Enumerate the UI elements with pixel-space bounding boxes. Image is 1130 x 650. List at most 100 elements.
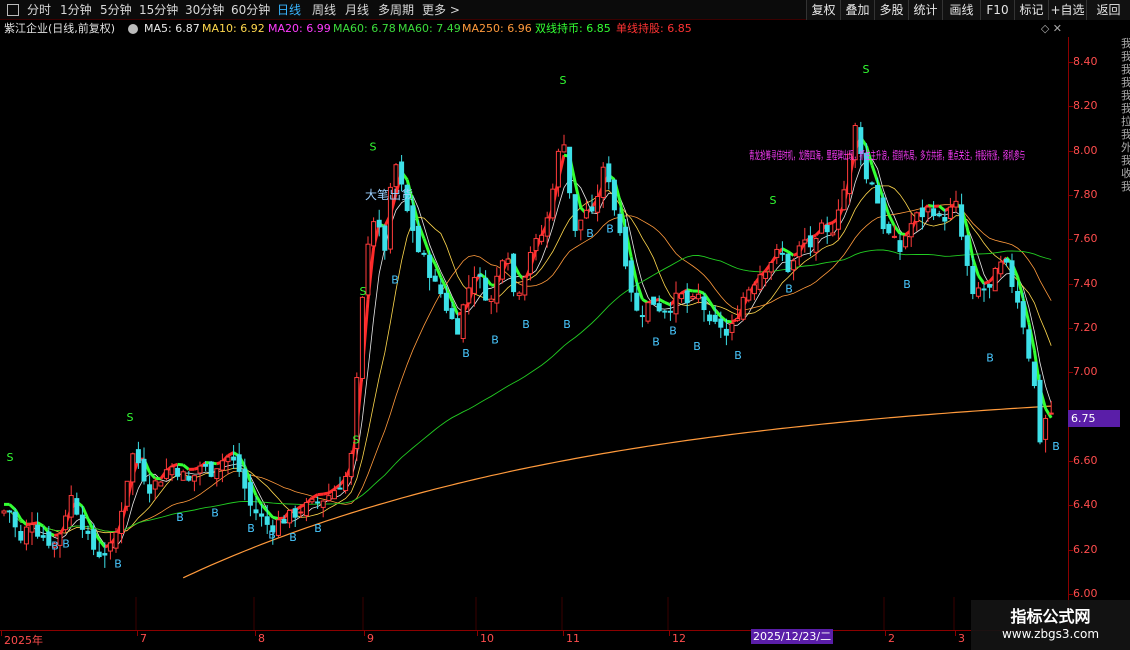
candle — [516, 291, 522, 300]
candle — [152, 477, 158, 501]
candle — [578, 219, 584, 241]
price-label: 7.40 — [1073, 276, 1098, 290]
statistics-button[interactable]: 统计 — [908, 0, 942, 20]
candle — [219, 453, 225, 483]
period-tab-30min[interactable]: 30分钟 — [185, 1, 224, 19]
candle — [796, 241, 802, 266]
adjust-button[interactable]: 复权 — [806, 0, 840, 20]
candle — [35, 512, 41, 539]
buy-signal: B — [314, 522, 322, 535]
candle — [835, 199, 841, 240]
date-label: 3 — [958, 632, 965, 645]
back-button[interactable]: 返回 — [1086, 0, 1130, 20]
date-tick — [669, 631, 670, 636]
period-tab-weekly[interactable]: 周线 — [312, 1, 336, 19]
candle — [684, 283, 690, 313]
candle — [757, 265, 763, 292]
buy-signal: B — [51, 540, 59, 553]
price-label: 8.20 — [1073, 99, 1098, 113]
period-tab-5min[interactable]: 5分钟 — [100, 1, 132, 19]
candle — [886, 221, 892, 235]
candle — [225, 455, 231, 474]
candle — [1026, 324, 1032, 362]
big-sell-annotation: 大笔出货 — [365, 187, 413, 202]
ma10-value: MA10: 6.92 — [202, 22, 265, 35]
overlay-button[interactable]: 叠加 — [840, 0, 874, 20]
candle — [774, 244, 780, 265]
date-tick — [137, 631, 138, 636]
cash-line-segment — [977, 274, 986, 285]
price-label: 6.20 — [1073, 542, 1098, 556]
candle — [68, 485, 74, 526]
candle — [107, 532, 113, 560]
ma250-value: MA250: 6.96 — [462, 22, 532, 35]
stock-title: 紫江企业(日线,前复权) — [4, 22, 116, 35]
cash-line-segment — [19, 518, 28, 526]
sell-signal: S — [770, 194, 777, 207]
candle — [208, 460, 214, 478]
candle — [785, 253, 791, 274]
buy-signal: B — [785, 283, 793, 296]
ma60-line — [3, 249, 1052, 532]
candle — [186, 470, 192, 482]
candle — [740, 292, 746, 322]
candle — [74, 492, 80, 516]
menu-icon[interactable] — [7, 4, 19, 16]
candle — [494, 267, 500, 313]
candle — [354, 372, 360, 462]
candle — [662, 309, 668, 319]
candle — [919, 199, 925, 230]
price-label: 6.60 — [1073, 454, 1098, 467]
candle — [180, 469, 186, 481]
candle — [287, 509, 293, 529]
cash-line-segment — [697, 289, 705, 295]
settings-icon[interactable] — [128, 24, 138, 34]
candle — [191, 475, 197, 492]
multi-stock-button[interactable]: 多股 — [874, 0, 908, 20]
period-tab-60min[interactable]: 60分钟 — [231, 1, 270, 19]
draw-line-button[interactable]: 画线 — [942, 0, 980, 20]
hold-line-segment — [317, 492, 324, 497]
buy-signal: B — [606, 223, 614, 236]
add-favorite-button[interactable]: +自选 — [1048, 0, 1086, 20]
hold-line-segment — [322, 491, 330, 496]
cash-line-segment — [260, 503, 269, 513]
period-tab-monthly[interactable]: 月线 — [345, 1, 369, 19]
date-label: 9 — [367, 632, 374, 645]
cash-line-segment — [177, 462, 184, 467]
period-tab-daily[interactable]: 日线 — [277, 1, 301, 19]
candlestick-chart[interactable]: SB BSBB BBB BBSSSBBBB BSB BBBBBSBSBBB 大笔出货青龙抢… — [0, 37, 1068, 630]
date-label: 2025年 — [4, 634, 43, 647]
candle — [897, 232, 903, 261]
candle — [964, 234, 970, 276]
buy-signal: B — [986, 351, 994, 364]
watermark-logo: 指标公式网 www.zbgs3.com — [971, 600, 1130, 650]
cash-line-segment — [708, 300, 717, 312]
cash-line-segment — [148, 471, 157, 480]
sell-signal: S — [370, 141, 377, 154]
candle — [488, 295, 494, 315]
sell-signal: S — [560, 74, 567, 87]
buy-signal: B — [1052, 440, 1060, 453]
candle — [1037, 374, 1043, 445]
period-tab-15min[interactable]: 15分钟 — [139, 1, 178, 19]
period-tab-timeshare[interactable]: 分时 — [27, 1, 51, 19]
cash-line-segment — [781, 247, 789, 253]
buy-signal: B — [522, 318, 530, 331]
period-tab-1min[interactable]: 1分钟 — [60, 1, 92, 19]
period-tab-more[interactable]: 更多 > — [422, 1, 460, 19]
hold-line-value: 单线持股: 6.85 — [616, 22, 692, 35]
mark-button[interactable]: 标记 — [1014, 0, 1048, 20]
candle — [460, 303, 466, 343]
candle — [427, 250, 433, 291]
candle — [707, 310, 713, 325]
candle — [763, 270, 769, 287]
period-tab-multi[interactable]: 多周期 — [378, 1, 414, 19]
candle — [819, 219, 825, 234]
f10-button[interactable]: F10 — [980, 0, 1014, 20]
legend-close-icon[interactable]: ◇ ✕ — [1041, 21, 1062, 37]
date-tick — [477, 631, 478, 636]
candle — [320, 500, 326, 518]
candle — [651, 296, 657, 305]
candle — [611, 178, 617, 216]
